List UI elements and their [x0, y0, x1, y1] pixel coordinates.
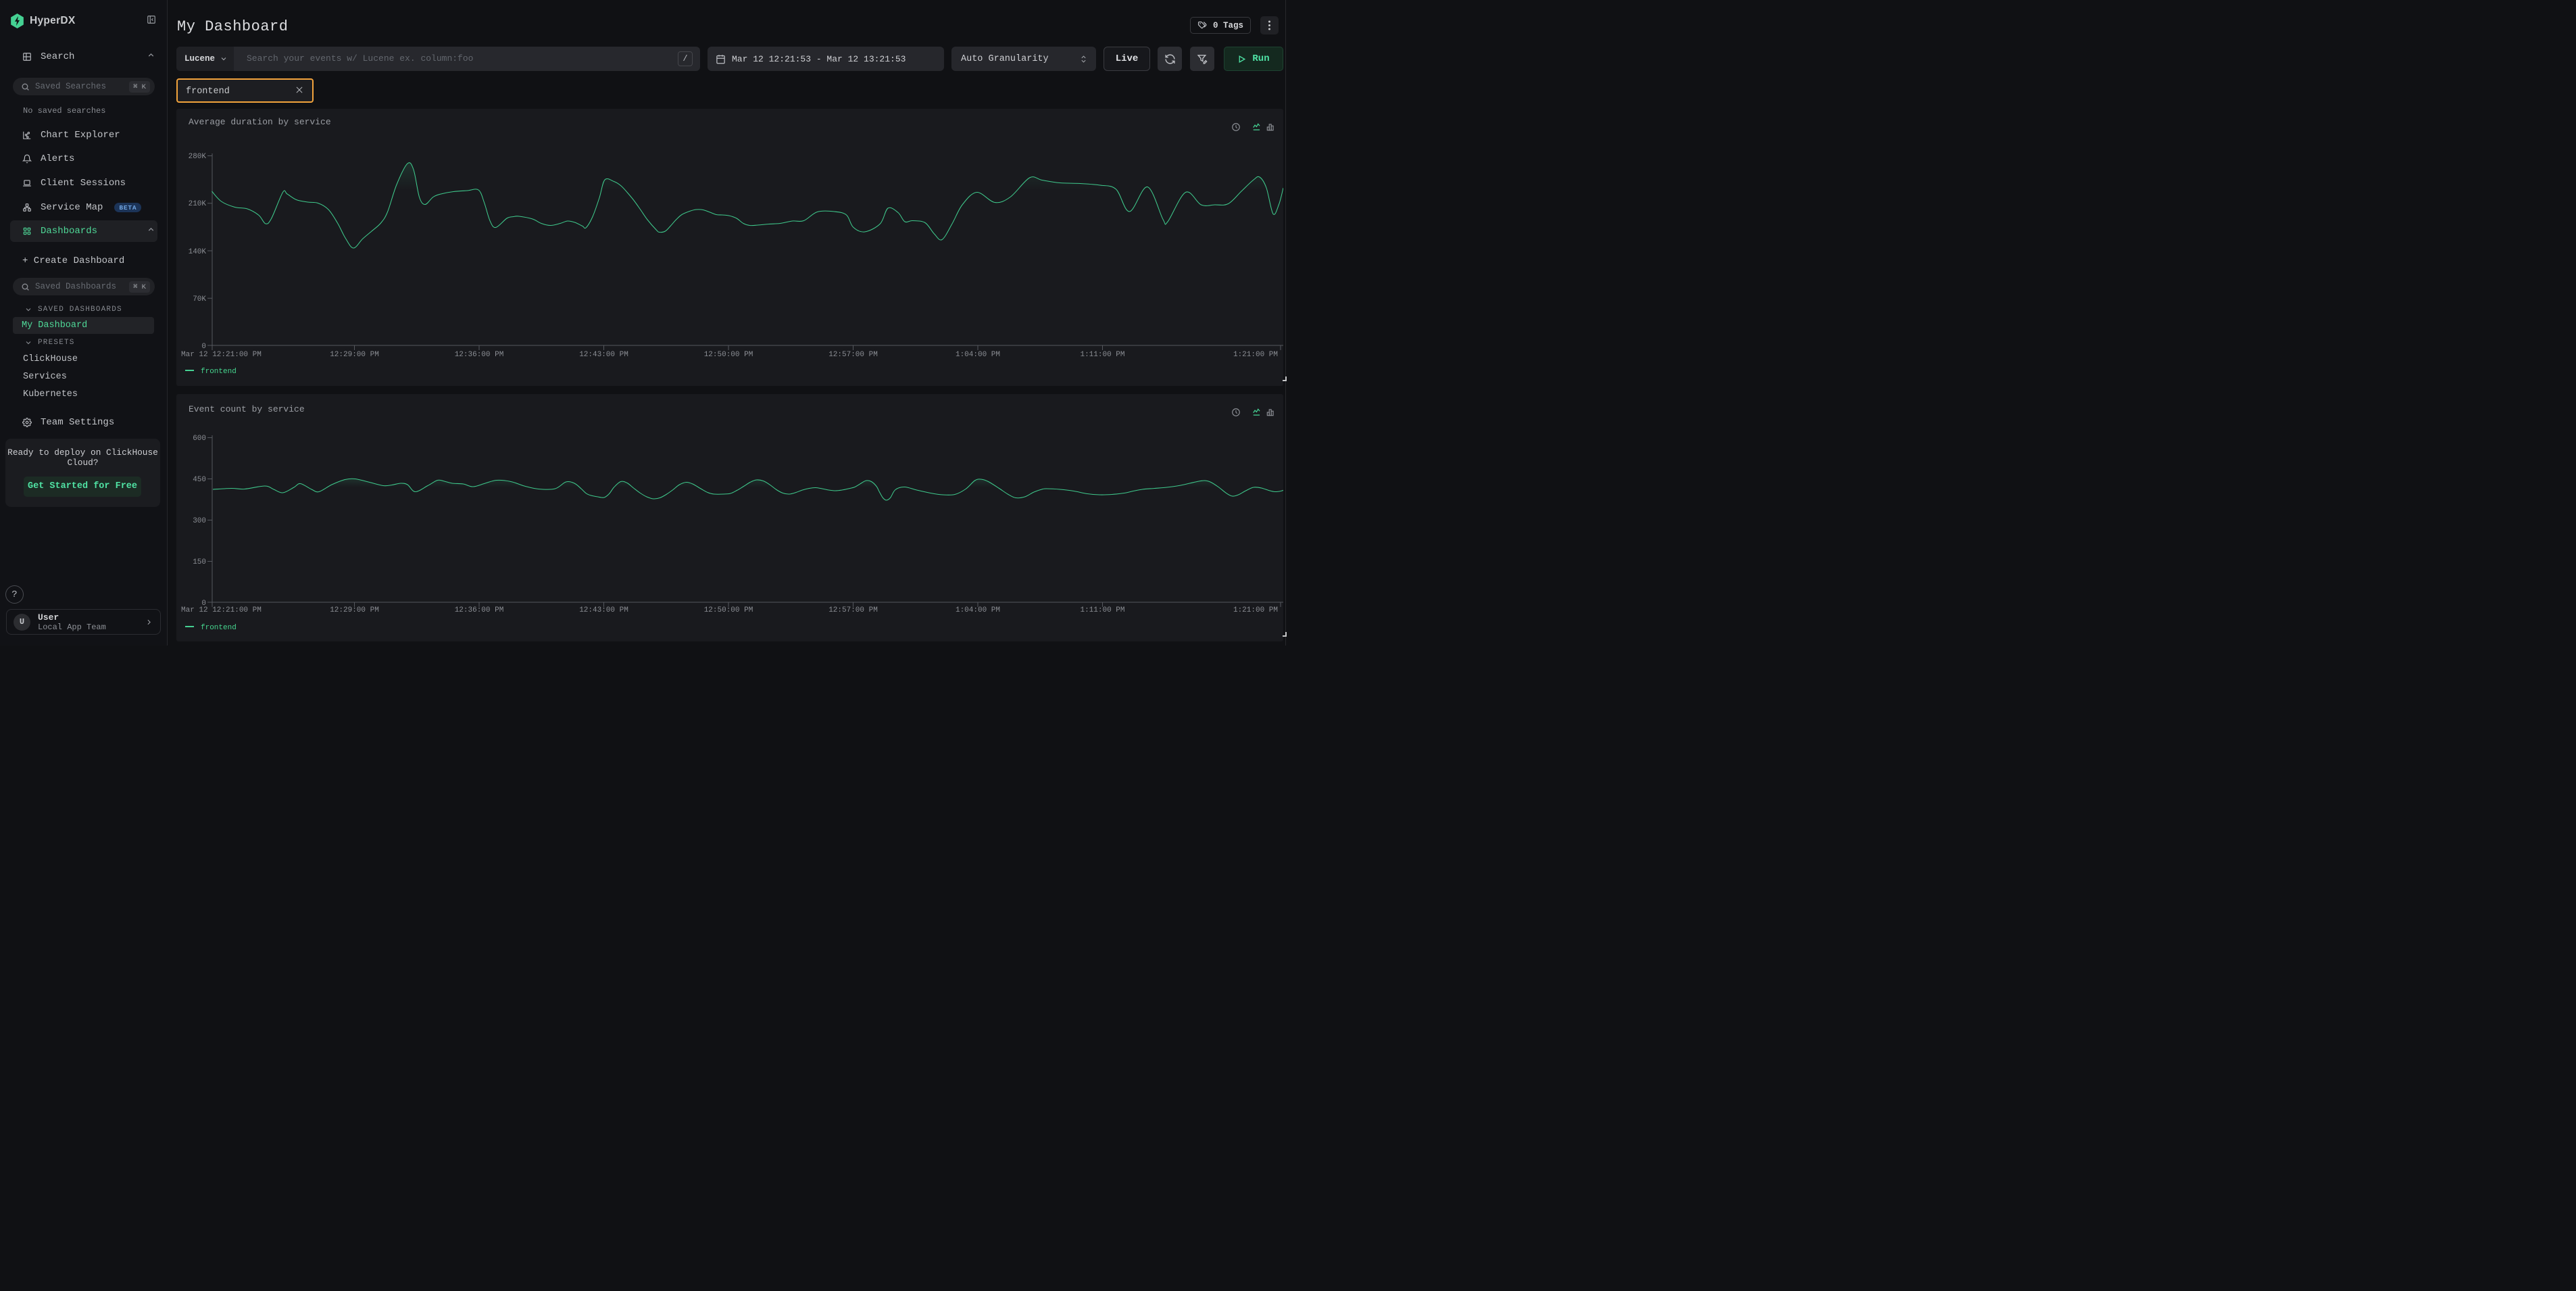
svg-text:150: 150	[193, 558, 206, 566]
svg-text:Mar 12 12:21:00 PM: Mar 12 12:21:00 PM	[181, 606, 262, 614]
svg-text:140K: 140K	[189, 248, 207, 256]
svg-text:1:11:00 PM: 1:11:00 PM	[1080, 606, 1124, 614]
svg-text:1:11:00 PM: 1:11:00 PM	[1080, 351, 1124, 359]
svg-text:600: 600	[193, 435, 206, 443]
svg-text:12:57:00 PM: 12:57:00 PM	[828, 606, 878, 614]
svg-text:1:04:00 PM: 1:04:00 PM	[956, 606, 1000, 614]
svg-text:frontend: frontend	[201, 368, 237, 376]
svg-text:0: 0	[201, 343, 206, 351]
svg-text:12:36:00 PM: 12:36:00 PM	[455, 606, 504, 614]
svg-text:12:29:00 PM: 12:29:00 PM	[330, 606, 379, 614]
svg-text:280K: 280K	[189, 153, 207, 161]
svg-text:300: 300	[193, 517, 206, 525]
svg-text:12:50:00 PM: 12:50:00 PM	[704, 606, 753, 614]
svg-text:1:04:00 PM: 1:04:00 PM	[956, 351, 1000, 359]
svg-text:450: 450	[193, 476, 206, 484]
svg-text:210K: 210K	[189, 200, 207, 208]
svg-text:12:29:00 PM: 12:29:00 PM	[330, 351, 379, 359]
svg-text:frontend: frontend	[201, 624, 237, 632]
svg-text:12:36:00 PM: 12:36:00 PM	[455, 351, 504, 359]
svg-text:1:21:00 PM: 1:21:00 PM	[1233, 606, 1278, 614]
svg-text:12:43:00 PM: 12:43:00 PM	[579, 606, 628, 614]
svg-text:1:21:00 PM: 1:21:00 PM	[1233, 351, 1278, 359]
svg-text:70K: 70K	[193, 295, 206, 303]
svg-text:12:57:00 PM: 12:57:00 PM	[828, 351, 878, 359]
svg-text:Mar 12 12:21:00 PM: Mar 12 12:21:00 PM	[181, 351, 262, 359]
svg-text:12:50:00 PM: 12:50:00 PM	[704, 351, 753, 359]
svg-text:12:43:00 PM: 12:43:00 PM	[579, 351, 628, 359]
